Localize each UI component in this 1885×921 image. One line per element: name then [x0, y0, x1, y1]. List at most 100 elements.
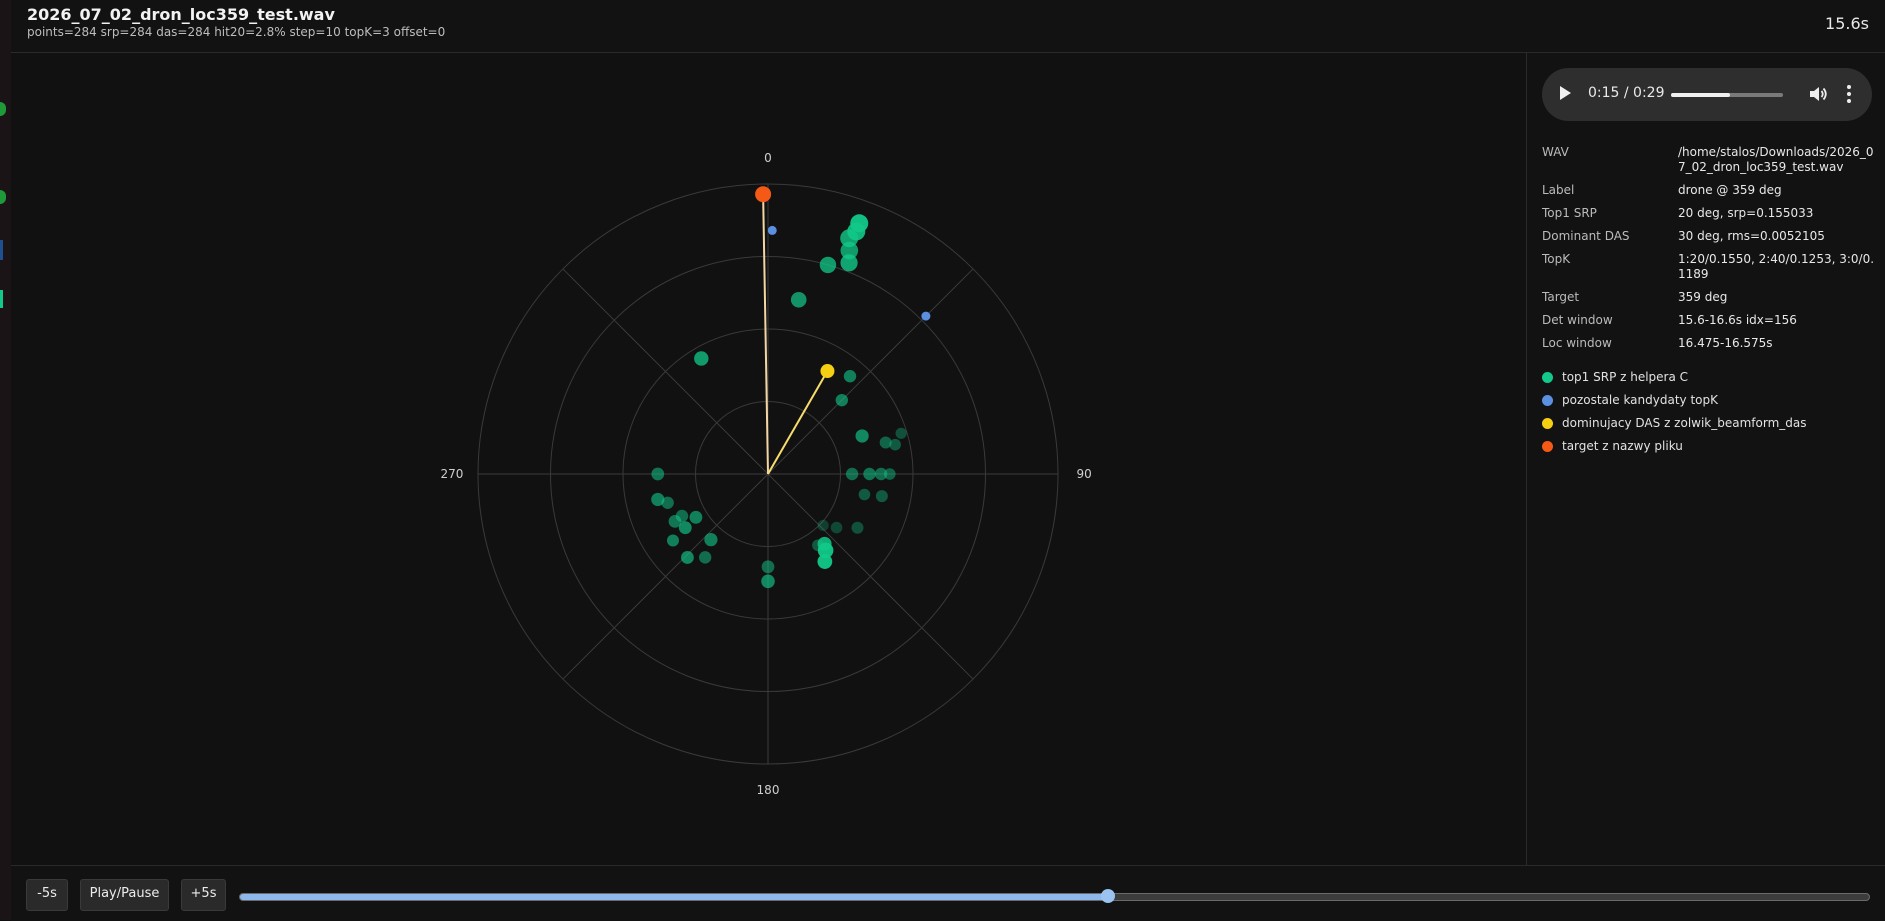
- polar-angle-label: 90: [1076, 467, 1091, 481]
- info-value: 16.475-16.575s: [1678, 336, 1773, 350]
- more-options-icon[interactable]: [1845, 85, 1853, 105]
- srp-point: [661, 496, 674, 509]
- srp-point: [835, 393, 849, 407]
- srp-point: [698, 551, 712, 564]
- srp-point: [790, 291, 807, 308]
- srp-point: [843, 370, 857, 383]
- info-value: /home/stalos/Downloads/2026_07_02_dron_l…: [1678, 145, 1874, 174]
- das-point: [820, 364, 835, 379]
- info-row: Target 359 deg: [1542, 290, 1877, 305]
- srp-point: [817, 519, 829, 532]
- polar-angle-label: 270: [440, 467, 463, 481]
- topk-point: [767, 225, 777, 235]
- srp-point: [651, 467, 665, 481]
- app-window: 2026_07_02_dron_loc359_test.wav points=2…: [11, 0, 1885, 921]
- polar-angle-label: 180: [757, 783, 780, 797]
- srp-point: [875, 490, 888, 503]
- srp-point: [694, 351, 709, 366]
- info-table: WAV/home/stalos/Downloads/2026_07_02_dro…: [1542, 145, 1877, 359]
- info-row: WAV/home/stalos/Downloads/2026_07_02_dro…: [1542, 145, 1877, 175]
- edge-indicator: [0, 190, 6, 204]
- play-icon[interactable]: [1560, 86, 1571, 100]
- seek-slider-fill: [240, 894, 1109, 900]
- current-time-readout: 15.6s: [1825, 14, 1869, 33]
- info-value: 1:20/0.1550, 2:40/0.1253, 3:0/0.1189: [1678, 252, 1875, 281]
- audio-progress-fill: [1671, 93, 1731, 97]
- side-panel: 0:15 / 0:29 WAV/home/stalos/Downloads/20…: [1526, 53, 1885, 865]
- srp-point: [830, 521, 843, 534]
- srp-point: [851, 521, 864, 534]
- edge-indicator: [0, 102, 6, 116]
- info-row: Dominant DAS 30 deg, rms=0.0052105: [1542, 229, 1877, 244]
- info-row: Top1 SRP 20 deg, srp=0.155033: [1542, 206, 1877, 221]
- info-key: Loc window: [1542, 336, 1612, 350]
- target-point: [755, 186, 772, 203]
- info-key: Top1 SRP: [1542, 206, 1597, 220]
- info-row: Loc window 16.475-16.575s: [1542, 336, 1877, 351]
- back-5s-button[interactable]: -5s: [26, 879, 68, 911]
- target-line: [762, 194, 769, 475]
- polar-grid-spoke: [562, 268, 769, 475]
- info-value: 20 deg, srp=0.155033: [1678, 206, 1814, 220]
- srp-point: [819, 256, 837, 274]
- info-row: Det window 15.6-16.6s idx=156: [1542, 313, 1877, 328]
- polar-plot: 0 90 180 270: [440, 151, 1091, 797]
- legend-swatch: [1542, 395, 1553, 406]
- info-row: Label drone @ 359 deg: [1542, 183, 1877, 198]
- seek-slider-thumb[interactable]: [1101, 889, 1116, 903]
- edge-indicator: [0, 240, 3, 260]
- info-key: Target: [1542, 290, 1580, 304]
- audio-player: 0:15 / 0:29: [1542, 68, 1872, 121]
- srp-point: [855, 429, 869, 443]
- audio-time: 0:15 / 0:29: [1588, 85, 1665, 101]
- forward-5s-button[interactable]: +5s: [181, 879, 226, 911]
- legend-label: target z nazwy pliku: [1562, 439, 1683, 453]
- polar-angle-label: 0: [764, 151, 772, 165]
- srp-point: [884, 468, 896, 480]
- info-key: Det window: [1542, 313, 1613, 327]
- srp-point: [845, 467, 859, 481]
- info-key: WAV: [1542, 145, 1569, 159]
- srp-point: [863, 467, 876, 481]
- legend-label: dominujacy DAS z zolwik_beamform_das: [1562, 416, 1807, 430]
- header-bar: 2026_07_02_dron_loc359_test.wav points=2…: [11, 0, 1885, 53]
- topk-point: [921, 311, 931, 321]
- seek-slider[interactable]: [239, 889, 1870, 903]
- srp-point: [761, 574, 775, 589]
- polar-plot-area: 0 90 180 270: [11, 53, 1526, 865]
- srp-point: [666, 534, 679, 547]
- edge-indicator: [0, 290, 3, 308]
- file-title: 2026_07_02_dron_loc359_test.wav: [27, 5, 335, 24]
- info-key: TopK: [1542, 252, 1571, 266]
- srp-point: [689, 510, 703, 524]
- audio-progress-track[interactable]: [1671, 93, 1783, 97]
- play-pause-button[interactable]: Play/Pause: [80, 879, 169, 911]
- srp-point: [761, 560, 775, 574]
- srp-point: [895, 427, 907, 439]
- info-value: 359 deg: [1678, 290, 1728, 304]
- srp-point: [675, 509, 689, 523]
- info-row: TopK 1:20/0.1550, 2:40/0.1253, 3:0/0.1189: [1542, 252, 1877, 282]
- srp-point: [889, 438, 901, 451]
- info-value: 15.6-16.6s idx=156: [1678, 313, 1797, 327]
- legend-label: top1 SRP z helpera C: [1562, 370, 1689, 384]
- srp-point: [817, 536, 832, 551]
- window-edge-strip: [0, 0, 11, 920]
- srp-point: [681, 551, 694, 564]
- info-value: drone @ 359 deg: [1678, 183, 1782, 197]
- info-key: Label: [1542, 183, 1575, 197]
- srp-point: [704, 533, 718, 547]
- info-value: 30 deg, rms=0.0052105: [1678, 229, 1825, 243]
- srp-point: [678, 521, 692, 535]
- polar-grid-spoke: [767, 473, 974, 680]
- footer-controls: -5s Play/Pause +5s: [11, 865, 1885, 921]
- legend-swatch: [1542, 418, 1553, 429]
- srp-point: [858, 488, 871, 501]
- volume-icon[interactable]: [1807, 83, 1829, 105]
- legend-swatch: [1542, 372, 1553, 383]
- legend-label: pozostale kandydaty topK: [1562, 393, 1718, 407]
- info-key: Dominant DAS: [1542, 229, 1630, 243]
- legend-swatch: [1542, 441, 1553, 452]
- srp-point: [840, 254, 858, 272]
- file-stats: points=284 srp=284 das=284 hit20=2.8% st…: [27, 25, 446, 39]
